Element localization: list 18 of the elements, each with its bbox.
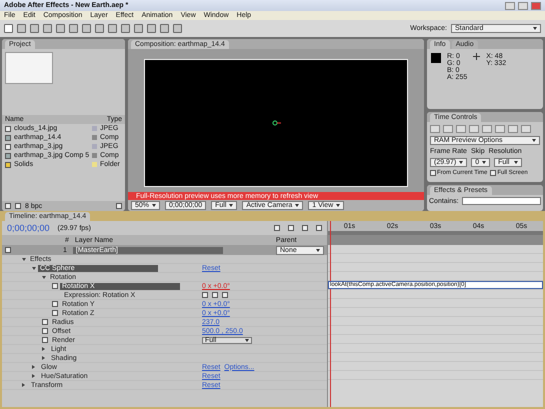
close-button[interactable]	[531, 2, 541, 10]
checkbox[interactable]	[490, 170, 496, 176]
twirl-icon[interactable]	[22, 258, 26, 260]
anchor-point-icon	[271, 118, 281, 126]
twirl-icon[interactable]	[22, 383, 27, 387]
maximize-button[interactable]	[518, 2, 528, 10]
minimize-button[interactable]	[505, 2, 515, 10]
twirl-icon[interactable]	[42, 347, 47, 351]
search-field[interactable]	[462, 197, 541, 205]
checkbox[interactable]	[430, 170, 436, 176]
color-swatch	[431, 53, 441, 63]
twirl-icon[interactable]	[32, 365, 37, 369]
current-time[interactable]: 0;00;00;00	[7, 223, 50, 233]
twirl-icon[interactable]	[42, 356, 47, 360]
twirl-icon[interactable]	[42, 276, 46, 278]
twirl-icon[interactable]	[32, 374, 37, 378]
crosshair-icon	[473, 53, 480, 60]
thumbnail-preview	[5, 52, 53, 84]
